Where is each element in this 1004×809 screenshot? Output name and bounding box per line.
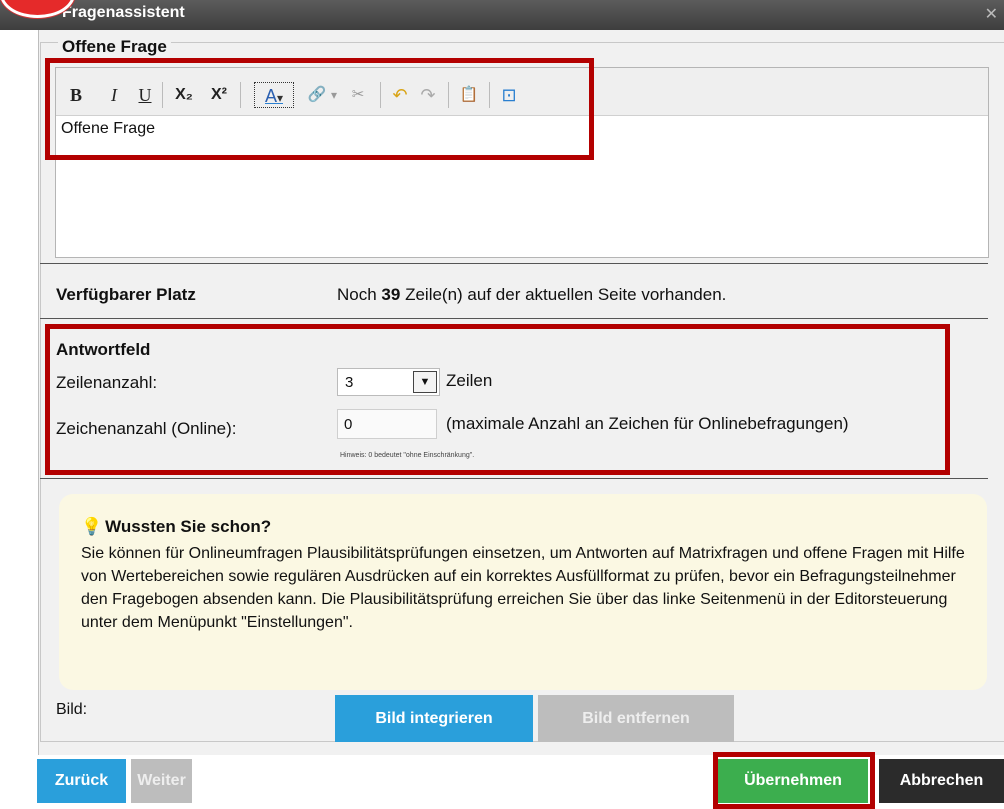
chevron-down-icon[interactable]: ▾	[328, 82, 340, 108]
chars-hint: Hinweis: 0 bedeutet "ohne Einschränkung"…	[340, 452, 475, 459]
apply-button[interactable]: Übernehmen	[718, 759, 868, 803]
chevron-down-icon: ▾	[276, 91, 284, 105]
chars-value: 0	[344, 416, 353, 433]
editor-toolbar: B I U X₂ X² A▾ 🔗 ▾ ✂ ↶ ↷ 📋 ⊡	[56, 68, 988, 116]
divider	[40, 263, 988, 264]
rows-value: 3	[345, 374, 354, 391]
space-info: Noch 39 Zeile(n) auf der aktuellen Seite…	[337, 285, 726, 305]
editor-content[interactable]: Offene Frage	[61, 120, 155, 138]
italic-button[interactable]: I	[103, 82, 125, 108]
close-icon[interactable]: ✕	[985, 4, 998, 24]
toolbar-separator	[489, 82, 490, 108]
font-color-icon: A	[264, 86, 277, 106]
redo-icon[interactable]: ↷	[416, 82, 440, 108]
lightbulb-icon: 💡	[81, 517, 103, 536]
cancel-button[interactable]: Abbrechen	[879, 759, 1004, 803]
dialog-titlebar: Fragenassistent ✕	[0, 0, 1004, 30]
toolbar-separator	[448, 82, 449, 108]
tip-body: Sie können für Onlineumfragen Plausibili…	[81, 545, 965, 631]
unlink-icon[interactable]: ✂	[346, 82, 370, 108]
toolbar-separator	[162, 82, 163, 108]
tip-box: 💡 Wussten Sie schon? Sie können für Onlin…	[59, 494, 987, 690]
space-prefix: Noch	[337, 285, 377, 304]
remove-image-button[interactable]: Bild entfernen	[538, 695, 734, 742]
answer-title: Antwortfeld	[56, 340, 151, 359]
chevron-down-icon[interactable]: ▼	[413, 371, 437, 393]
back-button[interactable]: Zurück	[37, 759, 126, 803]
rich-text-editor[interactable]: B I U X₂ X² A▾ 🔗 ▾ ✂ ↶ ↷ 📋 ⊡ Offene Frag…	[55, 67, 989, 258]
tip-title: Wussten Sie schon?	[105, 517, 272, 536]
space-lines: 39	[381, 285, 401, 304]
next-button[interactable]: Weiter	[131, 759, 192, 803]
toolbar-separator	[240, 82, 241, 108]
toolbar-separator	[380, 82, 381, 108]
link-icon[interactable]: 🔗	[306, 82, 328, 108]
source-icon[interactable]: ⊡	[497, 82, 521, 108]
rows-label: Zeilenanzahl:	[56, 373, 158, 392]
chars-input[interactable]: 0	[337, 409, 437, 439]
space-label: Verfügbarer Platz	[56, 285, 196, 304]
divider	[40, 318, 988, 319]
underline-button[interactable]: U	[134, 82, 156, 108]
tip-header: 💡 Wussten Sie schon?	[81, 517, 271, 537]
superscript-button[interactable]: X²	[206, 82, 232, 108]
rows-unit: Zeilen	[446, 371, 493, 390]
rows-select[interactable]: 3 ▼	[337, 368, 440, 396]
divider	[40, 478, 988, 479]
section-legend: Offene Frage	[58, 37, 171, 57]
chars-note: (maximale Anzahl an Zeichen für Onlinebe…	[446, 414, 849, 433]
undo-icon[interactable]: ↶	[388, 82, 412, 108]
bold-button[interactable]: B	[65, 82, 87, 108]
dialog-title: Fragenassistent	[62, 4, 185, 21]
image-label: Bild:	[56, 701, 88, 718]
paste-icon[interactable]: 📋	[457, 82, 481, 108]
font-color-button[interactable]: A▾	[254, 82, 294, 108]
chars-label: Zeichenanzahl (Online):	[56, 419, 237, 438]
subscript-button[interactable]: X₂	[171, 82, 197, 108]
space-suffix: Zeile(n) auf der aktuellen Seite vorhand…	[405, 285, 727, 304]
integrate-image-button[interactable]: Bild integrieren	[335, 695, 533, 742]
